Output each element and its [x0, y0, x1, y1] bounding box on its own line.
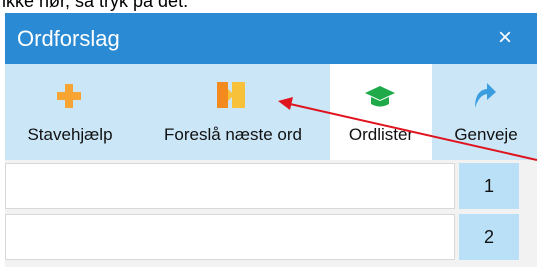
suggestion-number[interactable]: 2: [459, 214, 519, 260]
suggestion-cell[interactable]: [5, 163, 455, 209]
spelling-help-label: Stavehjælp: [27, 125, 113, 144]
instruction-text: ikke hør, så tryk på det.: [2, 0, 189, 11]
suggest-next-word-button[interactable]: Foreslå næste ord: [140, 64, 326, 160]
suggest-next-word-label: Foreslå næste ord: [164, 125, 302, 144]
suggestion-row[interactable]: 1: [5, 163, 537, 209]
word-lists-button[interactable]: Ordlister: [330, 64, 432, 160]
word-lists-label: Ordlister: [348, 125, 414, 144]
suggestion-row[interactable]: 2: [5, 214, 537, 260]
toolbar: Stavehjælp Foreslå næste ord Ordlister G…: [5, 64, 537, 160]
shortcut-arrow-icon: [471, 80, 497, 115]
suggestion-cell[interactable]: [5, 214, 455, 260]
spelling-help-button[interactable]: Stavehjælp: [5, 64, 135, 160]
title-bar: Ordforslag ×: [5, 13, 537, 64]
window-title: Ordforslag: [17, 26, 120, 51]
plus-icon: [55, 82, 83, 115]
word-suggestion-panel: Ordforslag × Stavehjælp Foreslå næste or…: [5, 13, 537, 267]
next-word-icon: [215, 80, 247, 115]
shortcuts-button[interactable]: Genveje: [435, 64, 537, 160]
suggestion-number[interactable]: 1: [459, 163, 519, 209]
close-button[interactable]: ×: [489, 24, 521, 52]
suggestion-list: 1 2: [5, 160, 537, 267]
shortcuts-label: Genveje: [454, 125, 518, 144]
graduation-cap-icon: [364, 84, 396, 115]
